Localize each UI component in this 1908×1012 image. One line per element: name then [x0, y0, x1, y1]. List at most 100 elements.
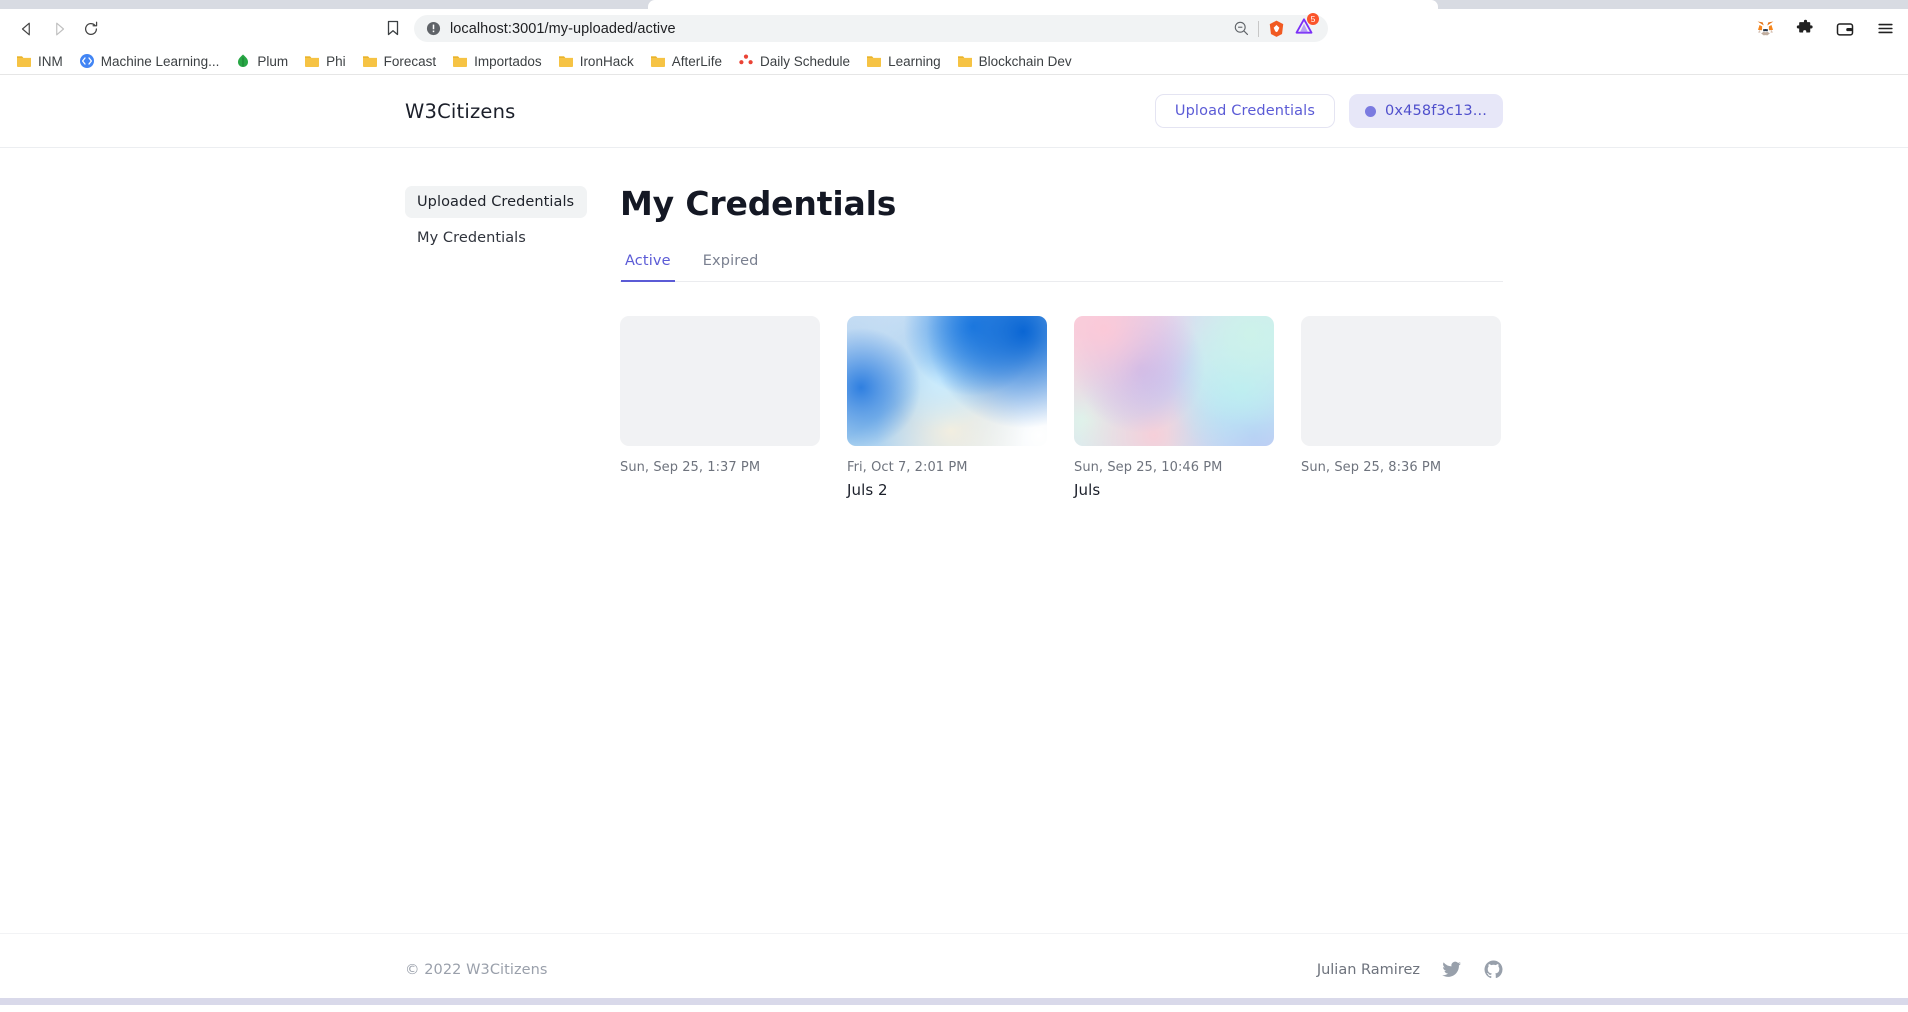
github-link[interactable] — [1484, 960, 1503, 979]
folder-icon — [17, 56, 31, 67]
bookmark-item[interactable]: Learning — [858, 50, 949, 72]
credential-card[interactable]: Sun, Sep 25, 1:37 PM — [620, 316, 820, 499]
credential-thumbnail — [620, 316, 820, 447]
folder-icon — [305, 56, 320, 67]
bookmark-label: Daily Schedule — [760, 53, 851, 69]
bookmark-item[interactable]: Importados — [444, 50, 550, 72]
folder-icon — [362, 56, 377, 67]
credential-date: Sun, Sep 25, 8:36 PM — [1301, 460, 1442, 476]
people-red-icon — [739, 54, 753, 65]
browser-tab-strip — [0, 0, 1908, 9]
sidebar-item-my-credentials[interactable]: My Credentials — [405, 222, 587, 254]
back-button[interactable] — [12, 14, 42, 44]
sidebar-item-uploaded-credentials[interactable]: Uploaded Credentials — [405, 186, 587, 218]
sidebar-nav: Uploaded Credentials My Credentials — [405, 186, 587, 933]
bookmark-item[interactable]: Blockchain Dev — [949, 50, 1080, 72]
bookmark-item[interactable]: INM — [8, 50, 71, 72]
credential-thumbnail — [1074, 316, 1274, 447]
github-icon — [1484, 960, 1503, 979]
bookmark-item[interactable]: IronHack — [550, 50, 642, 72]
browser-menu-button[interactable] — [1870, 14, 1900, 44]
back-arrow-icon — [21, 22, 30, 35]
rewards-badge-count: 5 — [1307, 13, 1319, 25]
upload-credentials-button[interactable]: Upload Credentials — [1154, 94, 1336, 128]
navigation-buttons — [12, 14, 106, 44]
wallet-button[interactable] — [1830, 14, 1860, 44]
bookmark-item[interactable]: AfterLife — [642, 50, 730, 72]
reload-button[interactable] — [76, 14, 106, 44]
plum-leaf-icon — [238, 54, 249, 67]
metamask-button[interactable] — [1750, 14, 1780, 44]
bookmark-label: Plum — [257, 53, 289, 69]
omnibox-divider — [1258, 20, 1259, 37]
browser-toolbar: localhost:3001/my-uploaded/active 5 — [0, 9, 1908, 48]
not-secure-info-icon[interactable] — [426, 21, 441, 36]
folder-icon — [558, 56, 573, 67]
brave-lion-icon[interactable] — [1267, 19, 1286, 38]
sidebar-item-label: My Credentials — [417, 230, 526, 246]
credential-card[interactable]: Fri, Oct 7, 2:01 PM Juls 2 — [847, 316, 1047, 499]
browser-menu-icon — [1877, 23, 1893, 34]
extensions-button[interactable] — [1790, 14, 1820, 44]
wallet-address-label: 0x458f3c13... — [1385, 103, 1487, 119]
header-actions: Upload Credentials 0x458f3c13... — [1154, 94, 1503, 128]
tab-label: Expired — [702, 253, 759, 270]
sidebar-item-label: Uploaded Credentials — [417, 194, 575, 210]
forward-arrow-icon — [56, 22, 65, 35]
folder-icon — [453, 56, 468, 67]
bookmark-label: AfterLife — [671, 53, 722, 69]
bookmark-label: INM — [38, 53, 63, 69]
app-brand-logo[interactable]: W3Citizens — [405, 100, 516, 123]
bookmark-label: Blockchain Dev — [978, 53, 1072, 69]
credential-tabs: Active Expired — [620, 252, 1503, 283]
address-bar[interactable]: localhost:3001/my-uploaded/active 5 — [414, 13, 1328, 42]
footer-right: Julian Ramirez — [1317, 960, 1503, 979]
bookmark-icon — [387, 20, 399, 36]
window-bottom-strip — [0, 998, 1908, 1005]
bookmark-label: Importados — [474, 53, 542, 69]
tab-active[interactable]: Active — [621, 253, 675, 283]
extension-icons — [1750, 14, 1900, 44]
bookmark-label: Phi — [326, 53, 346, 69]
bookmarks-bar: INM Machine Learning... Plum Phi Forecast Imp… — [0, 48, 1908, 75]
credential-date: Sun, Sep 25, 10:46 PM — [1074, 460, 1223, 476]
reload-arrow-icon — [84, 21, 98, 35]
credential-name: Juls 2 — [847, 481, 888, 500]
credential-thumbnail — [847, 316, 1047, 447]
forward-button[interactable] — [44, 14, 74, 44]
bookmark-button[interactable] — [380, 16, 406, 42]
bookmark-label: IronHack — [579, 53, 634, 69]
bookmark-item[interactable]: Phi — [296, 50, 354, 72]
bookmark-item[interactable]: Daily Schedule — [730, 50, 858, 72]
twitter-icon — [1442, 961, 1461, 977]
folder-icon — [867, 56, 882, 67]
app-body: Uploaded Credentials My Credentials My Cr… — [0, 148, 1908, 933]
tab-expired[interactable]: Expired — [699, 253, 763, 282]
wallet-icon — [1836, 22, 1854, 36]
metamask-fox-icon — [1757, 21, 1773, 36]
extensions-puzzle-icon — [1796, 19, 1813, 33]
url-text: localhost:3001/my-uploaded/active — [450, 20, 676, 37]
bookmark-label: Machine Learning... — [100, 53, 220, 69]
code-brackets-icon — [79, 54, 94, 68]
browser-chrome: localhost:3001/my-uploaded/active 5 INM … — [0, 0, 1908, 75]
credential-card[interactable]: Sun, Sep 25, 8:36 PM — [1301, 316, 1501, 499]
bookmark-item[interactable]: Machine Learning... — [71, 50, 228, 72]
zoom-out-icon[interactable] — [1233, 20, 1250, 37]
page-title: My Credentials — [620, 184, 897, 223]
credential-date: Fri, Oct 7, 2:01 PM — [847, 460, 968, 476]
wallet-status-dot-icon — [1365, 105, 1377, 117]
brave-rewards-button[interactable]: 5 — [1294, 13, 1319, 41]
credential-card[interactable]: Sun, Sep 25, 10:46 PM Juls — [1074, 316, 1274, 499]
active-tab[interactable] — [648, 0, 1438, 9]
wallet-address-button[interactable]: 0x458f3c13... — [1349, 94, 1503, 128]
app-footer: © 2022 W3Citizens Julian Ramirez — [0, 933, 1908, 1005]
footer-author: Julian Ramirez — [1316, 961, 1420, 978]
tab-label: Active — [625, 253, 671, 270]
bookmark-label: Forecast — [383, 53, 437, 69]
bookmark-item[interactable]: Forecast — [354, 50, 445, 72]
twitter-link[interactable] — [1442, 961, 1462, 979]
bookmark-item[interactable]: Plum — [227, 50, 296, 72]
credential-card-grid: Sun, Sep 25, 1:37 PM Fri, Oct 7, 2:01 PM J… — [620, 316, 1503, 499]
omnibox-right-icons: 5 — [1233, 13, 1319, 41]
